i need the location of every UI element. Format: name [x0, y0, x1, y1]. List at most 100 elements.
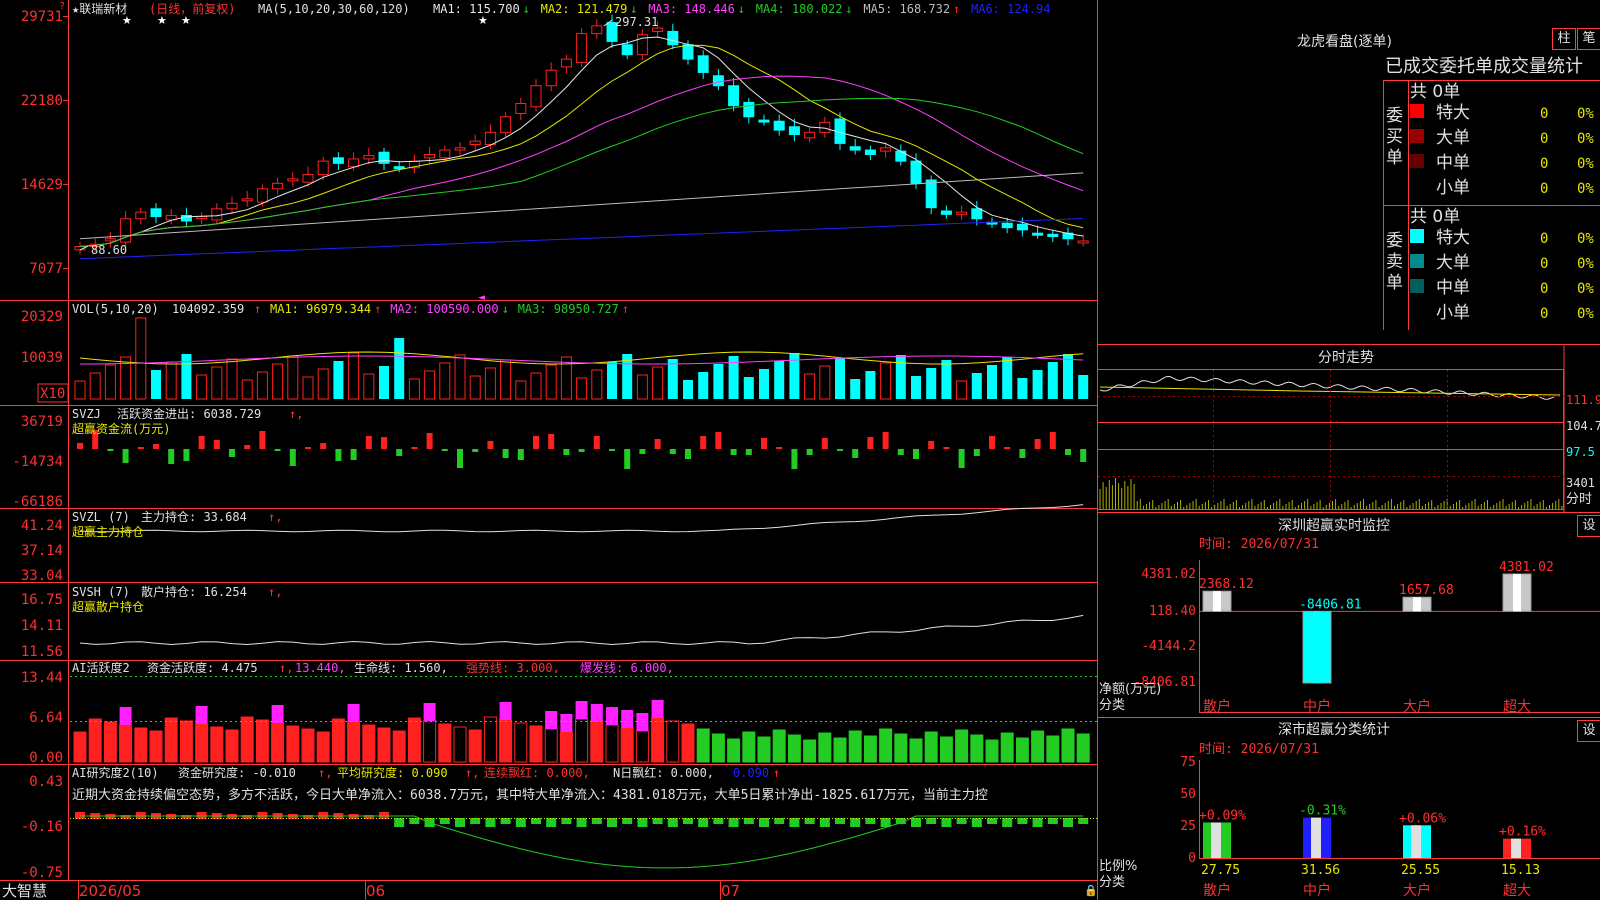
ai-bar — [1031, 730, 1045, 763]
sell-row-swatch — [1410, 229, 1424, 243]
price-candle-body — [712, 75, 724, 87]
class-axis: 75 — [1180, 755, 1196, 770]
buy-group-label-2: 买 — [1386, 127, 1403, 147]
price-candle-body — [272, 182, 284, 190]
vol-bar — [165, 361, 177, 400]
ai-bar-top — [651, 700, 664, 718]
svsh-line-path — [79, 614, 1084, 646]
price-candle-body — [667, 30, 679, 46]
chart-canvas[interactable]: 29731 22180 14629 7077 ? ★联瑞新材 (日线，前复权) … — [0, 0, 1600, 900]
class-bar-highlight — [1511, 838, 1521, 858]
vol-value: 104092.359 — [172, 302, 244, 316]
research-bar — [409, 818, 420, 824]
svsh-line — [79, 614, 1084, 646]
research-bar — [804, 818, 815, 824]
svzj-bar — [411, 447, 418, 449]
ai-bar — [453, 726, 467, 763]
ai-bar — [195, 723, 209, 763]
lock-icon[interactable]: 🔒 — [1084, 884, 1098, 897]
stroke-button[interactable]: 笔 — [1577, 28, 1600, 50]
date-label: 07 — [721, 882, 740, 900]
vol-bar — [683, 380, 693, 399]
research-bar — [971, 818, 982, 827]
order-stats-tabs[interactable]: 已成交委托单成交量统计 — [1385, 56, 1583, 77]
monitor-axis: 118.40 — [1149, 604, 1196, 619]
svsh-title: SVSH (7) — [72, 585, 130, 599]
ai-bar — [559, 731, 573, 763]
svzl-axis-label: 37.14 — [21, 543, 63, 559]
monitor-settings-button[interactable]: 设 — [1577, 515, 1600, 537]
price-candle-body — [393, 166, 405, 170]
monitor-bar-label: -8406.81 — [1299, 597, 1362, 612]
class-bar-highlight — [1411, 825, 1421, 858]
pillar-button[interactable]: 柱 — [1552, 28, 1576, 50]
monitor-ylabel: 净额(万元) — [1099, 682, 1161, 697]
price-axis-label: 14629 — [21, 177, 63, 193]
buy-row-name: 小单 — [1436, 178, 1470, 198]
svzj-bar — [517, 449, 524, 460]
vol-bar — [151, 370, 161, 399]
svzj-bar — [943, 447, 950, 449]
research-bar — [941, 818, 952, 827]
ai-bar — [1015, 737, 1029, 763]
svzj-bar — [168, 449, 175, 464]
ai-bar — [620, 727, 634, 763]
class-bar-change: +0.16% — [1499, 825, 1546, 840]
buy-row-count: 0 — [1540, 181, 1548, 197]
svzj-bar — [730, 449, 737, 455]
price-candle-body — [530, 85, 542, 108]
svzj-bar — [989, 436, 995, 449]
date-label: 06 — [366, 882, 385, 900]
date-label: 2026/05 — [79, 882, 141, 900]
ai-bar — [757, 736, 771, 763]
research-bar — [819, 818, 830, 827]
vol-title: VOL(5,10,20) — [72, 302, 159, 316]
svzj-bar — [198, 436, 205, 449]
svzj-bar — [335, 449, 342, 461]
svzj-bar — [897, 449, 904, 455]
ai-bar — [939, 736, 953, 763]
svzj-bar — [669, 449, 676, 454]
ai-bar — [286, 725, 300, 763]
ai-bar — [499, 719, 513, 763]
vol-bar — [1002, 357, 1013, 399]
stock-name[interactable]: ★联瑞新材 — [72, 1, 127, 16]
vol-bar — [971, 373, 982, 399]
research-bar — [1078, 818, 1089, 824]
svzj-bar — [852, 449, 859, 458]
class-settings-button[interactable]: 设 — [1577, 720, 1600, 742]
monitor-bar-highlight — [1513, 574, 1521, 612]
svzj-bar — [381, 437, 387, 449]
ai-bar — [1076, 733, 1090, 763]
vol-bar — [363, 373, 375, 400]
svzj-bar — [593, 436, 600, 449]
ai-bar — [134, 727, 148, 763]
vol-bar — [667, 359, 678, 399]
price-candle-body — [1001, 222, 1013, 229]
ai-bar — [711, 733, 725, 763]
svzj-bar — [426, 433, 433, 449]
ai-bar — [635, 730, 649, 763]
ai-bar-top — [499, 702, 512, 720]
ai-activity-value-b: ↑, — [279, 661, 293, 675]
class-axis: 25 — [1180, 819, 1196, 834]
intraday-axis: 97.5 — [1566, 445, 1595, 459]
svzj-bar — [457, 449, 463, 468]
price-candle-body — [925, 179, 937, 209]
research-bar — [485, 818, 496, 827]
vol-bar — [713, 364, 724, 399]
svzl-arrow: ↑, — [268, 510, 282, 524]
price-candle-body — [880, 147, 892, 152]
ai-bar — [818, 732, 832, 763]
intraday-axis: 分时 — [1566, 492, 1592, 507]
price-candle-body — [971, 208, 983, 220]
axis-marker: ? — [59, 1, 65, 12]
ai-bar — [924, 731, 938, 763]
price-candle-body — [424, 153, 436, 159]
svzj-bar — [153, 444, 159, 449]
ai-bar — [225, 729, 239, 763]
research-bar — [455, 818, 465, 827]
sell-group-label-1: 委 — [1386, 231, 1403, 251]
research-extra: 0.090 — [733, 766, 769, 780]
vol-bar — [515, 380, 527, 400]
